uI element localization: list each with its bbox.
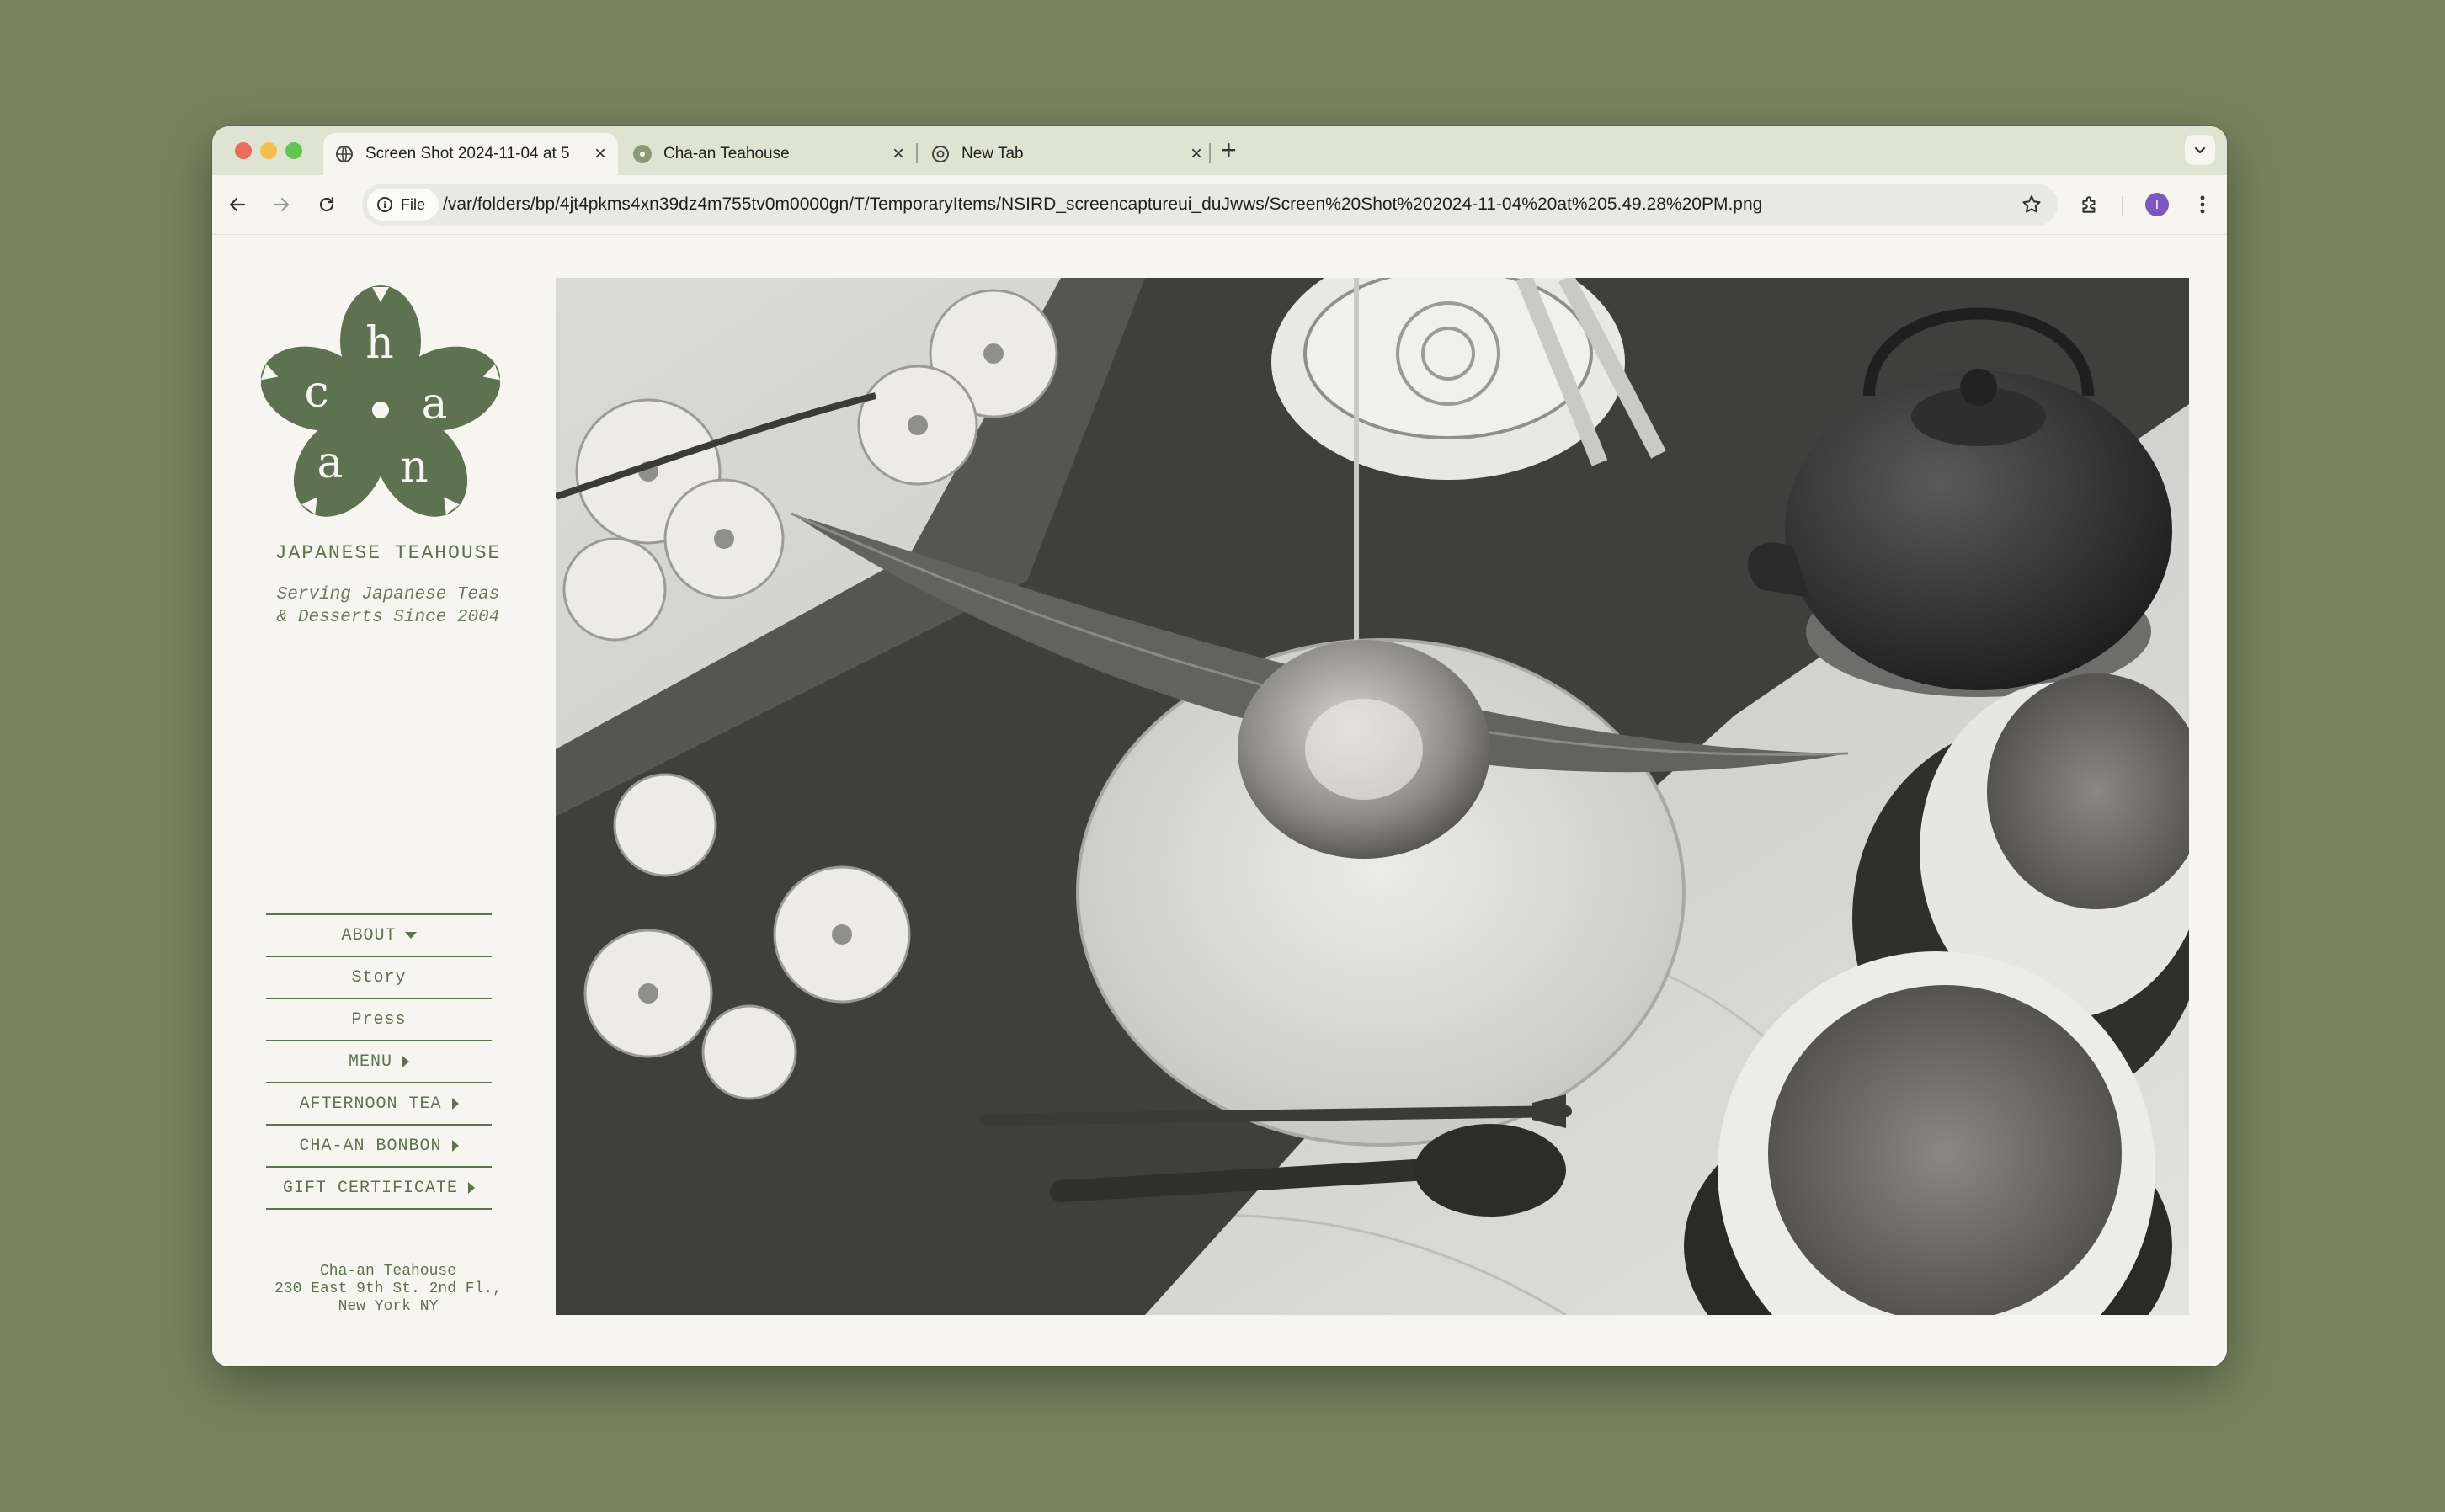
logo-letter: a xyxy=(317,438,343,488)
tab-strip: Screen Shot 2024-11-04 at 5 × Cha-an Tea… xyxy=(212,126,2227,175)
caret-right-icon xyxy=(451,1140,459,1152)
profile-button[interactable]: I xyxy=(2142,189,2172,220)
site-info-chip[interactable]: i File xyxy=(367,189,439,221)
address-line: 230 East 9th St. 2nd Fl., xyxy=(274,1280,503,1297)
url-text[interactable]: /var/folders/bp/4jt4pkms4xn39dz4m755tv0m… xyxy=(443,184,1762,226)
extensions-icon xyxy=(2082,196,2096,213)
back-arrow-icon xyxy=(229,197,246,212)
close-tab-icon[interactable]: × xyxy=(594,144,606,164)
reload-button[interactable] xyxy=(312,189,342,220)
nav-label: ABOUT xyxy=(341,925,397,945)
zoom-window-button[interactable] xyxy=(285,142,302,159)
webpage: h c a a n JAPANESE TEAHOUSE Serving Japa… xyxy=(212,235,2227,1366)
tab-search-button[interactable] xyxy=(2185,135,2215,165)
tab-screenshot[interactable]: Screen Shot 2024-11-04 at 5 × xyxy=(323,133,618,175)
caret-right-icon xyxy=(451,1098,459,1110)
tab-divider xyxy=(916,143,918,163)
address-bar[interactable]: i File /var/folders/bp/4jt4pkms4xn39dz4m… xyxy=(362,184,2058,226)
tab-new-tab[interactable]: New Tab × xyxy=(919,133,1214,175)
hero-image xyxy=(556,278,2189,1315)
cherry-blossom-logo-icon: h c a a n xyxy=(260,285,501,517)
info-icon: i xyxy=(377,197,392,212)
chrome-icon xyxy=(931,145,950,163)
globe-icon xyxy=(335,145,354,163)
logo-letter: a xyxy=(421,379,447,429)
forward-button[interactable] xyxy=(266,189,296,220)
back-button[interactable] xyxy=(222,189,253,220)
address-line: New York NY xyxy=(338,1298,439,1315)
nav-label: Press xyxy=(351,1009,407,1030)
close-window-button[interactable] xyxy=(235,142,252,159)
nav-label: CHA-AN BONBON xyxy=(299,1136,442,1156)
browser-window: Screen Shot 2024-11-04 at 5 × Cha-an Tea… xyxy=(212,126,2227,1366)
bookmark-star-button[interactable] xyxy=(2021,194,2043,220)
nav-item-story[interactable]: Story xyxy=(266,957,492,999)
reload-icon xyxy=(319,196,334,212)
new-tab-button[interactable]: + xyxy=(1221,136,1237,163)
footer-address: Cha-an Teahouse 230 East 9th St. 2nd Fl.… xyxy=(212,1263,564,1316)
tagline-line: & Desserts Since 2004 xyxy=(276,608,500,627)
tea-dessert-photo xyxy=(556,278,2189,1315)
cha-an-favicon-icon xyxy=(633,145,652,163)
tab-divider xyxy=(1209,143,1211,163)
nav-label: Story xyxy=(351,967,407,988)
nav-item-about[interactable]: ABOUT xyxy=(266,915,492,957)
browser-menu-button[interactable] xyxy=(2187,189,2218,220)
site-subtitle: JAPANESE TEAHOUSE xyxy=(274,542,502,564)
tab-title: New Tab xyxy=(961,145,1024,162)
tagline-line: Serving Japanese Teas xyxy=(276,585,500,604)
extensions-button[interactable] xyxy=(2075,189,2105,220)
kebab-menu-icon xyxy=(2200,195,2205,214)
chevron-down-icon xyxy=(2194,146,2206,154)
tab-cha-an-teahouse[interactable]: Cha-an Teahouse × xyxy=(621,133,916,175)
toolbar-divider xyxy=(2122,196,2123,216)
browser-toolbar: i File /var/folders/bp/4jt4pkms4xn39dz4m… xyxy=(212,175,2227,235)
tagline: Serving Japanese Teas & Desserts Since 2… xyxy=(212,583,564,629)
logo-letter: h xyxy=(365,318,394,369)
logo-letter: c xyxy=(304,367,328,418)
logo-letter: n xyxy=(400,442,429,492)
tab-title: Screen Shot 2024-11-04 at 5 xyxy=(365,145,570,162)
forward-arrow-icon xyxy=(273,197,290,212)
close-tab-icon[interactable]: × xyxy=(892,144,904,164)
caret-down-icon xyxy=(404,932,417,939)
nav-item-menu[interactable]: MENU xyxy=(266,1041,492,1083)
close-tab-icon[interactable]: × xyxy=(1191,144,1202,164)
nav-item-gift-certificate[interactable]: GIFT CERTIFICATE xyxy=(266,1168,492,1210)
cha-an-logo[interactable]: h c a a n xyxy=(260,284,501,523)
nav-label: GIFT CERTIFICATE xyxy=(282,1178,459,1198)
nav-item-cha-an-bonbon[interactable]: CHA-AN BONBON xyxy=(266,1126,492,1168)
address-line: Cha-an Teahouse xyxy=(319,1263,457,1280)
star-icon xyxy=(2022,195,2041,213)
nav-item-press[interactable]: Press xyxy=(266,999,492,1041)
nav-item-afternoon-tea[interactable]: AFTERNOON TEA xyxy=(266,1083,492,1126)
minimize-window-button[interactable] xyxy=(260,142,277,159)
avatar: I xyxy=(2145,193,2169,216)
caret-right-icon xyxy=(468,1182,476,1194)
tab-title: Cha-an Teahouse xyxy=(663,145,790,162)
site-info-label: File xyxy=(401,195,426,213)
nav-label: AFTERNOON TEA xyxy=(299,1094,442,1114)
caret-right-icon xyxy=(402,1056,409,1067)
nav-label: MENU xyxy=(348,1051,392,1072)
site-navigation: ABOUT Story Press MENU AFTERNOON TEA CHA… xyxy=(266,913,492,1210)
